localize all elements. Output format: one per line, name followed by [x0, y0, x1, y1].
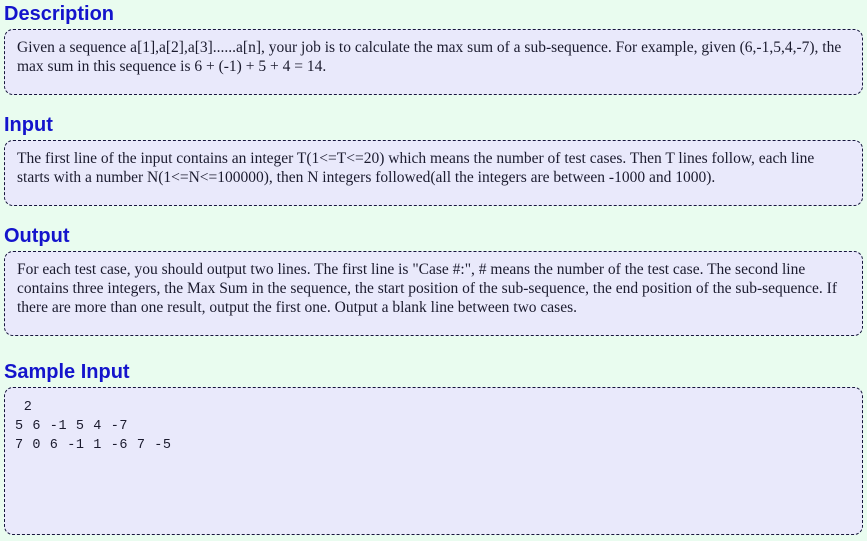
section-input: Input The first line of the input contai… — [0, 111, 867, 206]
description-heading: Description — [4, 3, 115, 25]
spacer-after-input — [0, 206, 867, 222]
input-text: The first line of the input contains an … — [17, 150, 815, 186]
sample-input-text: 2 5 6 -1 5 4 -7 7 0 6 -1 1 -6 7 -5 — [15, 400, 172, 453]
spacer-after-output — [0, 336, 867, 358]
spacer-after-description — [0, 95, 867, 111]
input-heading: Input — [4, 114, 53, 136]
output-text: For each test case, you should output tw… — [17, 261, 837, 316]
sample-input-panel: 2 5 6 -1 5 4 -7 7 0 6 -1 1 -6 7 -5 — [4, 387, 863, 535]
input-panel: The first line of the input contains an … — [4, 140, 863, 206]
output-panel: For each test case, you should output tw… — [4, 251, 863, 336]
section-description: Description Given a sequence a[1],a[2],a… — [0, 0, 867, 95]
problem-statement-page: Description Given a sequence a[1],a[2],a… — [0, 0, 867, 535]
section-sample-input: Sample Input 2 5 6 -1 5 4 -7 7 0 6 -1 1 … — [0, 358, 867, 535]
output-heading: Output — [4, 225, 70, 247]
description-panel: Given a sequence a[1],a[2],a[3]......a[n… — [4, 29, 863, 95]
sample-input-heading: Sample Input — [4, 361, 130, 383]
description-text: Given a sequence a[1],a[2],a[3]......a[n… — [17, 39, 842, 75]
section-output: Output For each test case, you should ou… — [0, 222, 867, 336]
